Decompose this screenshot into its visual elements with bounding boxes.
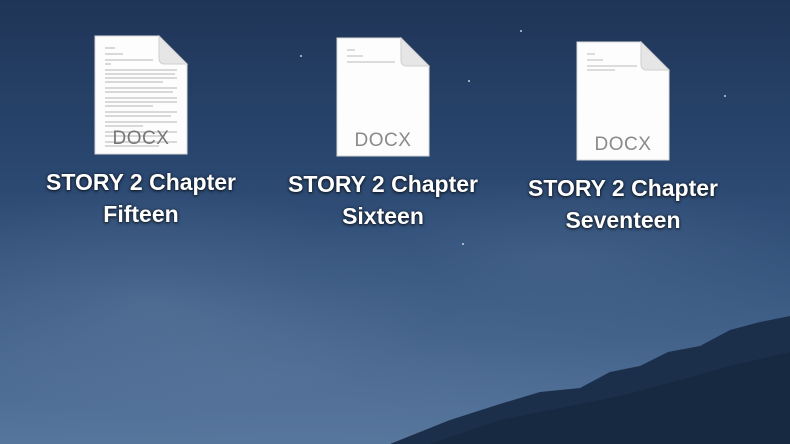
file-name-label[interactable]: STORY 2 Chapter Seventeen: [503, 172, 743, 236]
file-item-chapter-seventeen[interactable]: DOCX STORY 2 Chapter Seventeen: [503, 40, 743, 236]
file-name-label[interactable]: STORY 2 Chapter Fifteen: [21, 166, 261, 230]
docx-file-icon[interactable]: DOCX: [335, 36, 431, 158]
file-name-line-1: STORY 2 Chapter: [287, 171, 479, 197]
file-item-chapter-fifteen[interactable]: DOCX STORY 2 Chapter Fifteen: [21, 34, 261, 230]
file-name-line-2: Fifteen: [103, 201, 179, 227]
desktop-background: DOCX STORY 2 Chapter Fifteen DOCX STORY …: [0, 0, 790, 444]
file-extension-label: DOCX: [112, 128, 170, 149]
file-item-chapter-sixteen[interactable]: DOCX STORY 2 Chapter Sixteen: [263, 36, 503, 232]
file-extension-label: DOCX: [354, 130, 412, 151]
file-name-line-1: STORY 2 Chapter: [45, 169, 237, 195]
docx-file-icon[interactable]: DOCX: [93, 34, 189, 156]
file-name-label[interactable]: STORY 2 Chapter Sixteen: [263, 168, 503, 232]
docx-file-icon[interactable]: DOCX: [575, 40, 671, 162]
file-extension-label: DOCX: [594, 134, 652, 155]
file-name-line-1: STORY 2 Chapter: [527, 175, 719, 201]
file-name-line-2: Sixteen: [342, 203, 424, 229]
file-name-line-2: Seventeen: [565, 207, 681, 233]
